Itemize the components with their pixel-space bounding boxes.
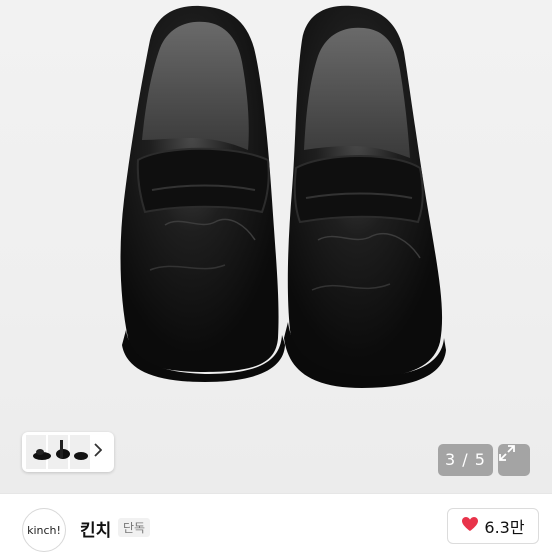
image-counter: 3 / 5: [438, 444, 493, 476]
seller-avatar-text: kinch!: [27, 523, 61, 537]
thumbnail-images[interactable]: [26, 432, 92, 472]
seller-avatar[interactable]: kinch!: [22, 508, 66, 552]
expand-button[interactable]: [498, 444, 530, 476]
exclusive-badge: 단독: [118, 518, 151, 537]
chevron-right-icon[interactable]: [94, 443, 108, 461]
counter-separator: /: [462, 450, 475, 469]
like-count: 6.3만: [484, 518, 525, 537]
loafer-shoes-image: [120, 5, 446, 388]
thumbnail-strip[interactable]: [22, 432, 114, 472]
product-image-gallery[interactable]: 3 / 5: [0, 0, 552, 493]
seller-bar: kinch! 킨치 단독 6.3만: [0, 493, 552, 553]
heart-icon: [461, 516, 479, 536]
counter-total: 5: [474, 450, 486, 469]
seller-name[interactable]: 킨치: [80, 516, 111, 541]
counter-current: 3: [445, 450, 457, 469]
like-button[interactable]: 6.3만: [447, 508, 539, 544]
